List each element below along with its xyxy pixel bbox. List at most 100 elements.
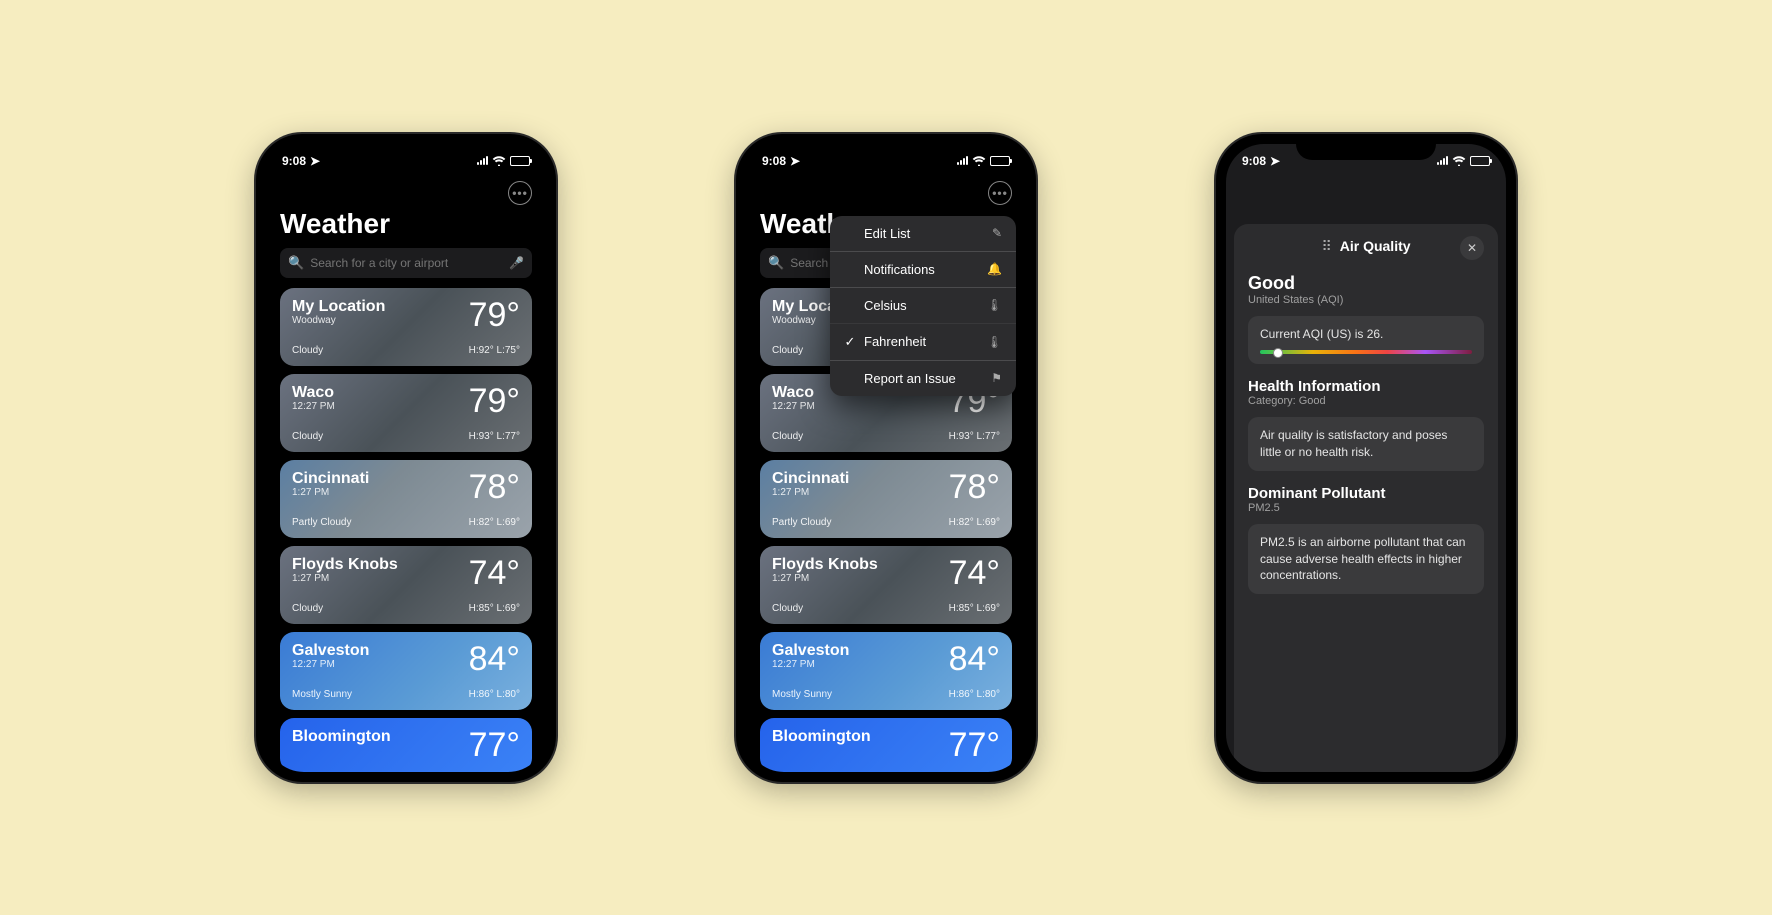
health-heading: Health Information (1248, 378, 1484, 395)
city-condition: Partly Cloudy (772, 517, 831, 528)
city-card-my-location[interactable]: My LocationWoodway79°CloudyH:92° L:75° (280, 288, 532, 366)
menu-report-issue[interactable]: Report an Issue ⚑ (830, 361, 1016, 396)
city-card-galveston[interactable]: Galveston12:27 PM84°Mostly SunnyH:86° L:… (280, 632, 532, 710)
city-name: Bloomington (772, 728, 871, 746)
city-condition: Cloudy (292, 603, 323, 614)
menu-label: Notifications (864, 262, 935, 277)
search-bar[interactable]: 🔍 🎤 (280, 248, 532, 278)
menu-fahrenheit[interactable]: ✓Fahrenheit 🌡 (830, 324, 1016, 361)
city-name: Galveston (292, 642, 369, 660)
city-subtitle: Woodway (292, 315, 385, 326)
city-subtitle: 1:27 PM (772, 487, 849, 498)
city-condition: Cloudy (292, 431, 323, 442)
aq-status-label: Good (1248, 273, 1484, 294)
city-temperature: 84° (469, 642, 520, 676)
city-card-bloomington[interactable]: Bloomington 77° (760, 718, 1012, 772)
notch (816, 134, 956, 160)
battery-icon (1470, 156, 1490, 166)
city-high-low: H:93° L:77° (949, 431, 1000, 442)
cellular-icon (957, 156, 968, 165)
city-subtitle: 12:27 PM (772, 401, 815, 412)
wifi-icon (972, 156, 986, 166)
options-menu: Edit List ✎ Notifications 🔔 Celsius 🌡 ✓F… (830, 216, 1016, 396)
city-card-cincinnati[interactable]: Cincinnati1:27 PM78°Partly CloudyH:82° L… (280, 460, 532, 538)
city-subtitle: 12:27 PM (292, 659, 369, 670)
city-list[interactable]: My LocationWoodway79°CloudyH:92° L:75°Wa… (266, 288, 546, 772)
pencil-icon: ✎ (992, 226, 1002, 240)
close-icon: ✕ (1467, 241, 1477, 255)
more-button[interactable]: ••• (508, 181, 532, 205)
city-name: Galveston (772, 642, 849, 660)
menu-notifications[interactable]: Notifications 🔔 (830, 252, 1016, 288)
aq-current-text: Current AQI (US) is 26. (1260, 326, 1472, 343)
pollutant-body-card: PM2.5 is an airborne pollutant that can … (1248, 524, 1484, 594)
city-temperature: 79° (469, 298, 520, 332)
notch (336, 134, 476, 160)
city-temperature: 78° (949, 470, 1000, 504)
location-arrow-icon: ➤ (790, 154, 800, 168)
city-card-bloomington[interactable]: Bloomington 77° (280, 718, 532, 772)
thermometer-icon: 🌡 (987, 335, 1002, 349)
search-icon: 🔍 (288, 255, 304, 271)
city-card-galveston[interactable]: Galveston12:27 PM 84° Mostly Sunny H:86° L:… (760, 632, 1012, 710)
city-condition: Cloudy (772, 345, 803, 356)
aq-current-card: Current AQI (US) is 26. (1248, 316, 1484, 365)
city-temperature: 84° (949, 642, 1000, 676)
city-high-low: H:85° L:69° (469, 603, 520, 614)
status-time: 9:08 (1242, 154, 1266, 168)
city-name: Floyds Knobs (772, 556, 878, 574)
cellular-icon (1437, 156, 1448, 165)
city-temperature: 74° (949, 556, 1000, 590)
wifi-icon (492, 156, 506, 166)
city-name: My Location (292, 298, 385, 316)
menu-label: Celsius (864, 298, 907, 313)
wifi-icon (1452, 156, 1466, 166)
search-input[interactable] (310, 256, 503, 270)
city-condition: Mostly Sunny (292, 689, 352, 700)
city-temperature: 79° (469, 384, 520, 418)
phone-2: 9:08 ➤ ••• Weather 🔍 🎤 My LocationWoodwa… (736, 134, 1036, 782)
close-button[interactable]: ✕ (1460, 236, 1484, 260)
location-arrow-icon: ➤ (310, 154, 320, 168)
air-quality-screen: 9:08 ➤ ⠿ Air Quality ✕ Good United State… (1226, 144, 1506, 772)
city-name: Cincinnati (292, 470, 369, 488)
city-high-low: H:86° L:80° (949, 689, 1000, 700)
city-condition: Mostly Sunny (772, 689, 832, 700)
city-name: Waco (772, 384, 815, 402)
menu-celsius[interactable]: Celsius 🌡 (830, 288, 1016, 324)
city-card-waco[interactable]: Waco12:27 PM 79° Cloudy H:93° L:77° (280, 374, 532, 452)
notch (1296, 134, 1436, 160)
more-button[interactable]: ••• (988, 181, 1012, 205)
menu-label: Fahrenheit (864, 334, 926, 349)
city-temperature: 74° (469, 556, 520, 590)
menu-label: Report an Issue (864, 371, 956, 386)
bell-icon: 🔔 (987, 262, 1002, 276)
thermometer-icon: 🌡 (987, 298, 1002, 312)
city-card-floyds-knobs[interactable]: Floyds Knobs1:27 PM74°CloudyH:85° L:69° (760, 546, 1012, 624)
health-body-card: Air quality is satisfactory and poses li… (1248, 417, 1484, 471)
city-temperature: 78° (469, 470, 520, 504)
city-name: Bloomington (292, 728, 391, 746)
city-subtitle: 12:27 PM (772, 659, 849, 670)
city-high-low: H:93° L:77° (469, 431, 520, 442)
city-name: Cincinnati (772, 470, 849, 488)
menu-edit-list[interactable]: Edit List ✎ (830, 216, 1016, 252)
status-time: 9:08 (282, 154, 306, 168)
city-name: Waco (292, 384, 335, 402)
city-high-low: H:85° L:69° (949, 603, 1000, 614)
city-subtitle: 12:27 PM (292, 401, 335, 412)
pollutant-heading: Dominant Pollutant (1248, 485, 1484, 502)
city-subtitle: 1:27 PM (292, 487, 369, 498)
air-quality-sheet: ⠿ Air Quality ✕ Good United States (AQI)… (1234, 224, 1498, 772)
city-subtitle: 1:27 PM (772, 573, 878, 584)
pollutant-sub: PM2.5 (1248, 502, 1484, 514)
city-temperature: 77° (469, 728, 520, 762)
city-temperature: 77° (949, 728, 1000, 762)
city-card-cincinnati[interactable]: Cincinnati1:27 PM78°Partly CloudyH:82° L… (760, 460, 1012, 538)
page-title: Weather (266, 208, 546, 248)
location-arrow-icon: ➤ (1270, 154, 1280, 168)
phone-3: 9:08 ➤ ⠿ Air Quality ✕ Good United State… (1216, 134, 1516, 782)
mic-icon[interactable]: 🎤 (509, 256, 524, 270)
city-card-floyds-knobs[interactable]: Floyds Knobs1:27 PM74°CloudyH:85° L:69° (280, 546, 532, 624)
battery-icon (990, 156, 1010, 166)
